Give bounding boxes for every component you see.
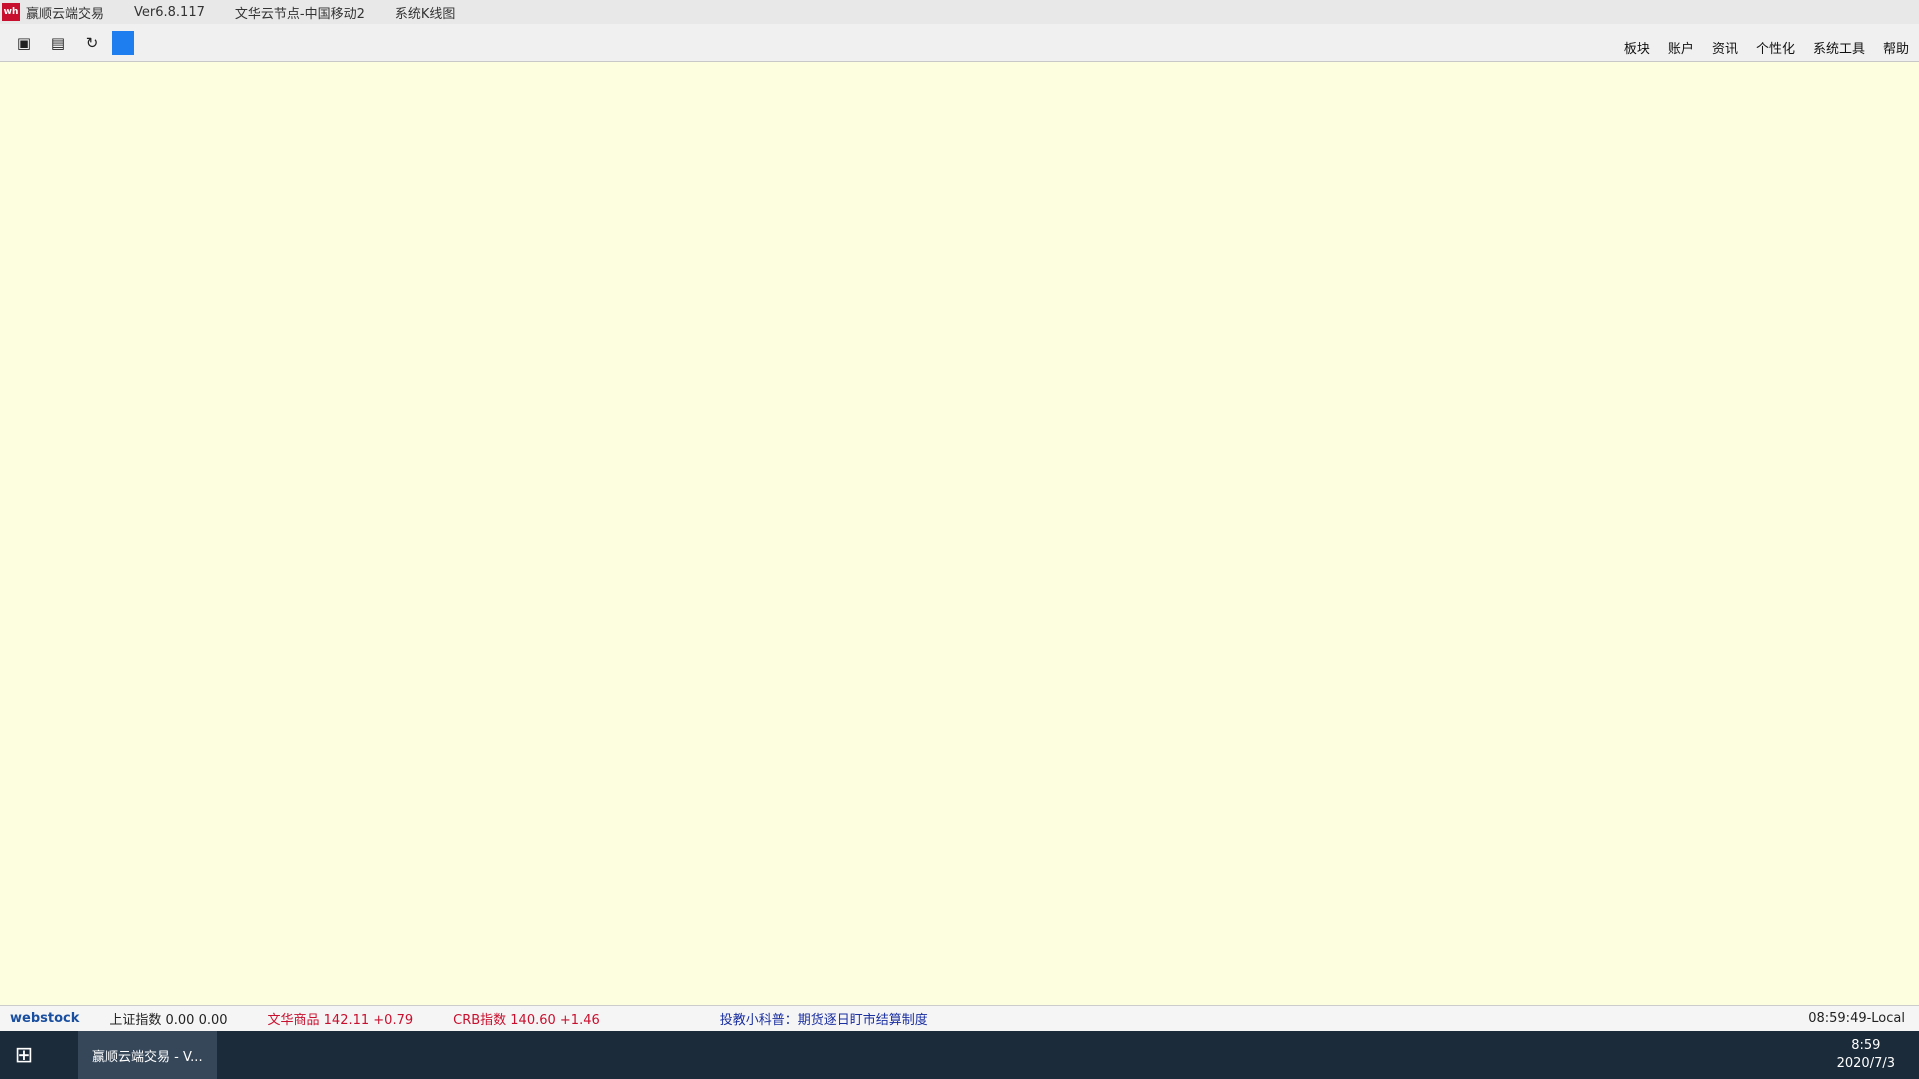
save-icon[interactable]: ▤: [44, 29, 72, 57]
view-name: 系统K线图: [394, 6, 456, 22]
clock-date: 2020/7/3: [1836, 1056, 1895, 1071]
menu-system-tools[interactable]: 系统工具: [1813, 38, 1865, 57]
color-icon[interactable]: [112, 29, 140, 57]
menu-board[interactable]: 板块: [1624, 38, 1650, 57]
notice-ticker[interactable]: 投教小科普：期货逐日盯市结算制度: [720, 1009, 928, 1028]
main-menu: 板块 账户 资讯 个性化 系统工具 帮助: [1606, 24, 1909, 62]
clock-time: 8:59: [1851, 1038, 1881, 1053]
order-icon[interactable]: ▣: [10, 29, 38, 57]
menu-help[interactable]: 帮助: [1883, 38, 1909, 57]
local-clock: 08:59:49-Local: [1808, 1011, 1905, 1026]
title-bar: wh 赢顺云端交易 Ver6.8.117 文华云节点-中国移动2 系统K线图: [0, 0, 1919, 24]
menu-personalize[interactable]: 个性化: [1756, 38, 1795, 57]
index-crb[interactable]: CRB指数 140.60 +1.46: [453, 1009, 600, 1028]
menu-news[interactable]: 资讯: [1712, 38, 1738, 57]
windows-start-icon[interactable]: ⊞: [0, 1031, 48, 1079]
taskbar: ⊞ 赢顺云端交易 - V... 8:59 2020/7/3: [0, 1031, 1919, 1079]
index-wenhua[interactable]: 文华商品 142.11 +0.79: [268, 1009, 414, 1028]
app-logo: wh: [2, 3, 20, 21]
cloud-node: 文华云节点-中国移动2: [234, 6, 365, 22]
app-name: 赢顺云端交易: [26, 6, 105, 22]
status-bar: webstock 上证指数 0.00 0.00 文华商品 142.11 +0.7…: [0, 1005, 1919, 1031]
system-clock[interactable]: 8:59 2020/7/3: [1837, 1037, 1895, 1073]
menu-account[interactable]: 账户: [1668, 38, 1694, 57]
index-shanghai[interactable]: 上证指数 0.00 0.00: [109, 1009, 227, 1028]
app-version: Ver6.8.117: [134, 4, 205, 20]
taskbar-app-item[interactable]: 赢顺云端交易 - V...: [78, 1031, 217, 1079]
brand-logo: webstock: [10, 1011, 80, 1026]
refresh-icon[interactable]: ↻: [78, 29, 106, 57]
